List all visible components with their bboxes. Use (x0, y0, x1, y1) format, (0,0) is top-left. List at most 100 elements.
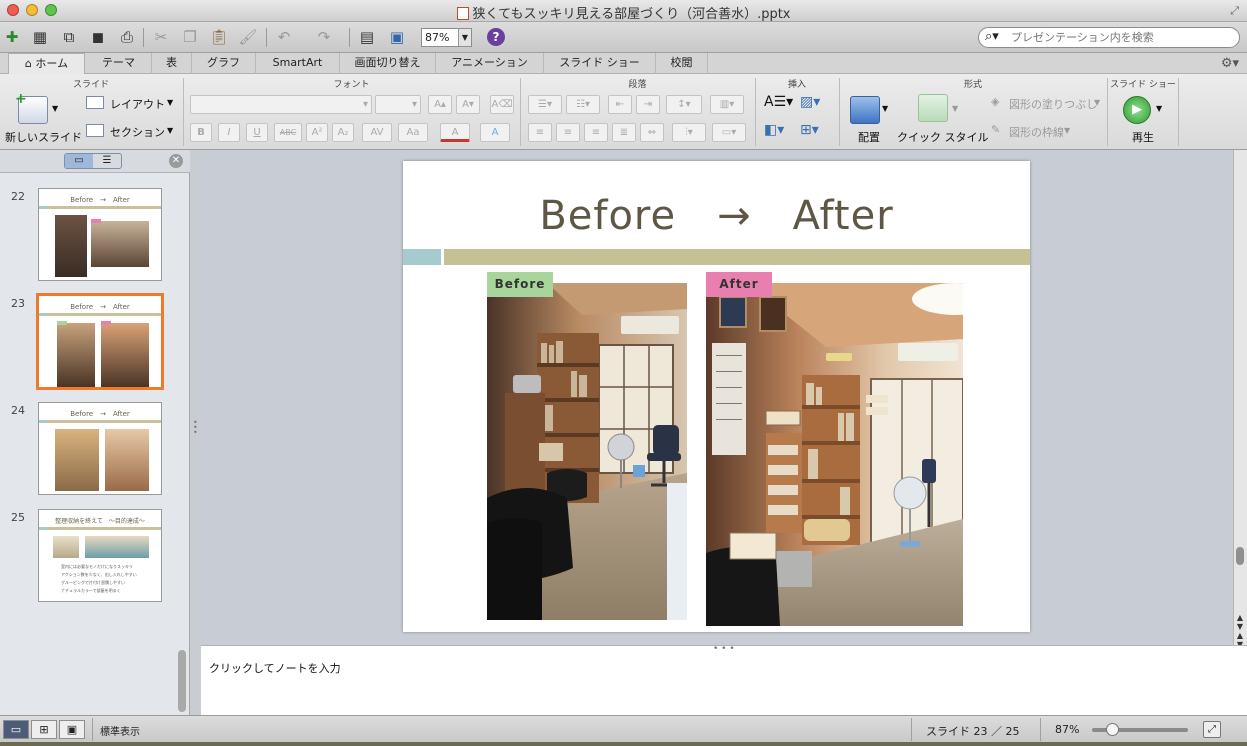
undo-icon[interactable]: ↶ (274, 27, 294, 47)
slideshow-view-icon[interactable]: ▣ (59, 720, 85, 739)
subscript-button[interactable]: A₂ (332, 123, 354, 142)
search-field[interactable]: ⌕▾ (978, 27, 1240, 48)
layout-button[interactable]: レイアウト (110, 96, 165, 112)
smartart-icon[interactable]: ⊞▾ (800, 122, 819, 138)
editor-scroll-thumb[interactable] (1236, 547, 1244, 565)
cut-icon[interactable]: ✂ (151, 27, 171, 47)
decrease-indent-icon[interactable]: ⇤ (608, 95, 632, 114)
outline-view-icon[interactable]: ☰ (93, 154, 121, 168)
tab-chart[interactable]: グラフ (192, 53, 256, 74)
shrink-font-icon[interactable]: A▾ (456, 95, 480, 114)
after-photo[interactable] (706, 283, 963, 626)
paste-icon[interactable]: 📋︎ (209, 27, 229, 47)
tab-animations[interactable]: アニメーション (436, 53, 544, 74)
italic-button[interactable]: I (218, 123, 240, 142)
open-folder-icon[interactable]: ⧉ (59, 27, 79, 47)
arrange-button[interactable]: 配置 (858, 129, 880, 145)
slide-thumbnail-23[interactable]: Before → After (36, 293, 164, 390)
increase-indent-icon[interactable]: ⇥ (636, 95, 660, 114)
gallery-icon[interactable]: ▦ (30, 27, 50, 47)
font-name-select[interactable]: ▾ (190, 95, 372, 114)
format-painter-icon[interactable]: 🖌︎ (238, 27, 258, 47)
slide-thumbnail-22[interactable]: Before → After (38, 188, 162, 281)
notes-resize-handle[interactable]: • • • (713, 644, 735, 654)
quick-style-icon[interactable] (918, 94, 948, 122)
after-label[interactable]: After (706, 272, 772, 297)
shape-fill-button[interactable]: 図形の塗りつぶし (1009, 96, 1097, 112)
zoom-slider[interactable] (1092, 723, 1188, 736)
align-text-icon[interactable]: ▭▾ (712, 123, 746, 142)
media-browser-icon[interactable]: ▣ (387, 27, 407, 47)
print-icon[interactable]: ⎙ (117, 27, 137, 47)
redo-icon[interactable]: ↷ (314, 27, 334, 47)
editor-vertical-scrollbar[interactable]: ▲▼▲▼ (1233, 150, 1247, 649)
tab-slideshow[interactable]: スライド ショー (544, 53, 656, 74)
chevron-down-icon[interactable]: ▼ (952, 104, 958, 113)
bold-button[interactable]: B (190, 123, 212, 142)
tab-home[interactable]: ⌂ ホーム (8, 53, 85, 75)
change-case-button[interactable]: Aa (398, 123, 428, 142)
slide-thumbnail-24[interactable]: Before → After (38, 402, 162, 495)
slide-view-icon[interactable]: ▤ (357, 27, 377, 47)
tab-smartart[interactable]: SmartArt (256, 53, 340, 74)
shapes-icon[interactable]: ◧▾ (764, 122, 784, 138)
grow-font-icon[interactable]: A▴ (428, 95, 452, 114)
current-slide[interactable]: Before → After Before After (403, 161, 1030, 632)
tab-table[interactable]: 表 (152, 53, 192, 74)
shape-outline-button[interactable]: 図形の枠線 (1009, 124, 1064, 140)
gear-icon[interactable]: ⚙▾ (1221, 56, 1239, 71)
columns-icon[interactable]: ▥▾ (710, 95, 744, 114)
copy-icon[interactable]: ❐ (180, 27, 200, 47)
quick-style-button[interactable]: クイック スタイル (897, 129, 989, 145)
chevron-down-icon[interactable]: ▼ (882, 104, 888, 113)
play-icon[interactable]: ▶ (1123, 96, 1151, 124)
chevron-down-icon[interactable]: ▼ (52, 104, 58, 113)
chevron-down-icon[interactable]: ▼ (167, 126, 173, 135)
underline-button[interactable]: U (246, 123, 268, 142)
slide-sorter-view-icon[interactable]: ⊞ (31, 720, 57, 739)
before-label[interactable]: Before (487, 272, 553, 297)
zoom-slider-knob[interactable] (1106, 723, 1119, 736)
character-spacing-button[interactable]: AV (362, 123, 392, 142)
normal-view-icon[interactable]: ▭ (3, 720, 29, 739)
save-icon[interactable]: ◼ (88, 27, 108, 47)
tab-theme[interactable]: テーマ (86, 53, 152, 74)
tab-transitions[interactable]: 画面切り替え (340, 53, 436, 74)
chevron-down-icon[interactable]: ▼ (167, 98, 173, 107)
superscript-button[interactable]: A² (306, 123, 328, 142)
chevron-down-icon[interactable]: ▼ (1064, 126, 1070, 135)
panel-splitter-handle[interactable]: • • • (193, 419, 198, 437)
picture-icon[interactable]: ▨▾ (800, 94, 820, 110)
view-toggle[interactable]: ▭ ☰ (64, 153, 122, 169)
line-spacing-icon[interactable]: ↕▾ (666, 95, 702, 114)
align-left-icon[interactable]: ≡ (528, 123, 552, 142)
slide-thumbnail-25[interactable]: 整理収納を終えて ～目的達成～ 室内には必要なモノだけになりスッキリ アクション… (38, 509, 162, 602)
notes-pane[interactable]: • • • クリックしてノートを入力 (201, 644, 1247, 715)
before-photo[interactable] (487, 283, 687, 620)
help-icon[interactable]: ? (487, 28, 505, 46)
text-box-icon[interactable]: A☰▾ (764, 94, 793, 110)
text-direction-icon[interactable]: ⫶▾ (672, 123, 706, 142)
strikethrough-button[interactable]: ABC (274, 123, 302, 142)
chevron-down-icon[interactable]: ▼ (1094, 98, 1100, 107)
font-color-button[interactable]: A (440, 123, 470, 142)
align-right-icon[interactable]: ≡ (584, 123, 608, 142)
slides-panel-scrollbar[interactable] (178, 650, 186, 712)
new-slide-icon[interactable]: + (15, 91, 48, 124)
chevron-down-icon[interactable]: ▼ (1156, 104, 1162, 113)
text-effects-button[interactable]: A (480, 123, 510, 142)
play-button[interactable]: 再生 (1132, 129, 1154, 145)
justify-icon[interactable]: ≣ (612, 123, 636, 142)
bullets-icon[interactable]: ☰▾ (528, 95, 562, 114)
notes-placeholder[interactable]: クリックしてノートを入力 (209, 660, 341, 676)
distribute-icon[interactable]: ⇔ (640, 123, 664, 142)
align-center-icon[interactable]: ≡ (556, 123, 580, 142)
new-document-icon[interactable]: ✚ (2, 27, 22, 47)
tab-review[interactable]: 校閲 (656, 53, 708, 74)
fit-to-window-icon[interactable]: ⤢ (1203, 721, 1221, 738)
clear-format-icon[interactable]: A⌫ (490, 95, 514, 114)
font-size-select[interactable]: ▾ (375, 95, 421, 114)
zoom-select[interactable]: 87% ▼ (421, 28, 472, 47)
slide-title[interactable]: Before → After (403, 183, 1030, 241)
arrange-icon[interactable] (850, 96, 880, 124)
